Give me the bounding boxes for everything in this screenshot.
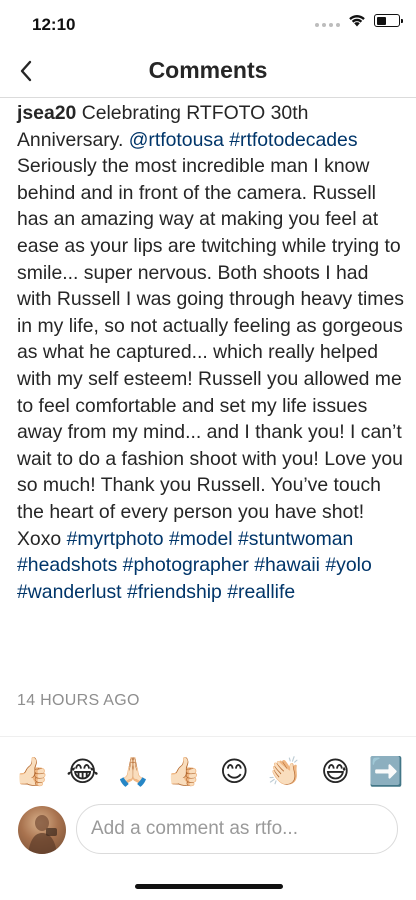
hashtag-link[interactable]: #wanderlust <box>17 581 122 603</box>
comments-header: Comments <box>0 44 416 98</box>
hashtag-link[interactable]: #model <box>169 528 233 550</box>
hashtag-link[interactable]: #friendship <box>127 581 222 603</box>
hashtag-link[interactable]: #yolo <box>325 554 371 576</box>
hashtag-link[interactable]: #photographer <box>123 554 249 576</box>
battery-icon <box>374 14 403 27</box>
grinning-sweat-emoji-icon[interactable]: 😅 <box>315 752 355 792</box>
clapping-hands-emoji-icon[interactable]: 👏🏻 <box>265 752 305 792</box>
hashtag-link[interactable]: #stuntwoman <box>238 528 353 550</box>
hashtag-link[interactable]: #hawaii <box>254 554 320 576</box>
comment-input[interactable] <box>76 804 398 854</box>
status-icons <box>315 14 403 27</box>
tears-of-joy-emoji-icon[interactable]: 😂 <box>63 752 103 792</box>
hashtag-link[interactable]: #myrtphoto <box>67 528 164 550</box>
signal-dots-icon <box>315 15 340 27</box>
home-indicator[interactable] <box>135 884 283 889</box>
mention-link[interactable]: @rtfotousa <box>129 129 224 151</box>
avatar <box>18 806 66 854</box>
status-bar: 12:10 <box>0 0 416 44</box>
smiling-face-emoji-icon[interactable]: 😊 <box>214 752 254 792</box>
divider <box>0 736 416 737</box>
quick-emoji-bar: 👍🏻 😂 🙏🏻 👍🏻 😊 👏🏻 😅 ➡️ <box>0 752 416 792</box>
hashtag-link[interactable]: #headshots <box>17 554 117 576</box>
comment-composer <box>0 800 416 858</box>
wifi-icon <box>349 15 365 27</box>
caption-comment: jsea20 Celebrating RTFOTO 30th Anniversa… <box>17 100 405 605</box>
thumbs-up-emoji-icon[interactable]: 👍🏻 <box>12 752 52 792</box>
comment-username[interactable]: jsea20 <box>17 102 76 124</box>
right-arrow-emoji-icon[interactable]: ➡️ <box>366 752 406 792</box>
hashtag-link[interactable]: #rtfotodecades <box>229 129 357 151</box>
praying-hands-emoji-icon[interactable]: 🙏🏻 <box>113 752 153 792</box>
hashtag-link[interactable]: #reallife <box>227 581 295 603</box>
status-time: 12:10 <box>32 15 76 34</box>
page-title: Comments <box>148 57 268 83</box>
comment-timestamp: 14 HOURS AGO <box>17 692 140 709</box>
comment-text: Seriously the most incredible man I know… <box>17 155 404 550</box>
thumbs-up-emoji-icon[interactable]: 👍🏻 <box>164 752 204 792</box>
